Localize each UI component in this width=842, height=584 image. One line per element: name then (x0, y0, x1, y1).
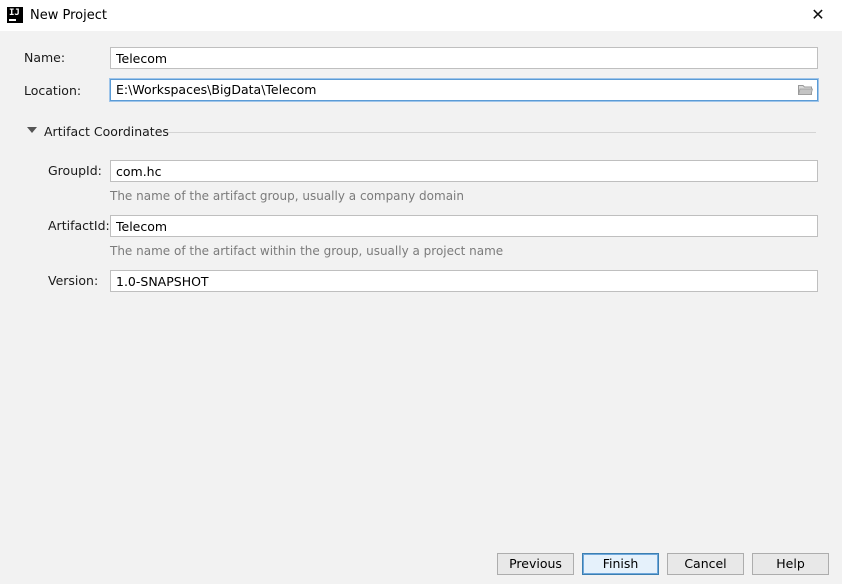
dialog-title: New Project (30, 8, 107, 23)
close-icon[interactable]: ✕ (806, 4, 830, 26)
previous-button[interactable]: Previous (497, 553, 574, 575)
new-project-dialog: IJ New Project ✕ Name: Location: E:\Work… (0, 0, 842, 584)
groupid-field[interactable] (110, 160, 818, 182)
triangle-down-icon[interactable] (27, 127, 37, 133)
name-field[interactable] (110, 47, 818, 69)
artifactid-field[interactable] (110, 215, 818, 237)
groupid-label: GroupId: (48, 163, 102, 178)
version-field[interactable] (110, 270, 818, 292)
location-field[interactable]: E:\Workspaces\BigData\Telecom (110, 79, 818, 101)
artifact-coordinates-title[interactable]: Artifact Coordinates (44, 124, 169, 139)
location-value: E:\Workspaces\BigData\Telecom (116, 82, 317, 97)
folder-icon[interactable] (798, 84, 813, 95)
artifactid-hint: The name of the artifact within the grou… (110, 244, 504, 258)
name-label: Name: (24, 50, 66, 65)
help-button[interactable]: Help (752, 553, 829, 575)
artifactid-label: ArtifactId: (48, 218, 110, 233)
cancel-button[interactable]: Cancel (667, 553, 744, 575)
location-label: Location: (24, 83, 82, 98)
section-divider (168, 132, 816, 133)
intellij-idea-icon: IJ (7, 7, 23, 23)
version-label: Version: (48, 273, 99, 288)
finish-button[interactable]: Finish (582, 553, 659, 575)
groupid-hint: The name of the artifact group, usually … (110, 189, 464, 203)
title-bar: IJ New Project ✕ (0, 0, 842, 31)
